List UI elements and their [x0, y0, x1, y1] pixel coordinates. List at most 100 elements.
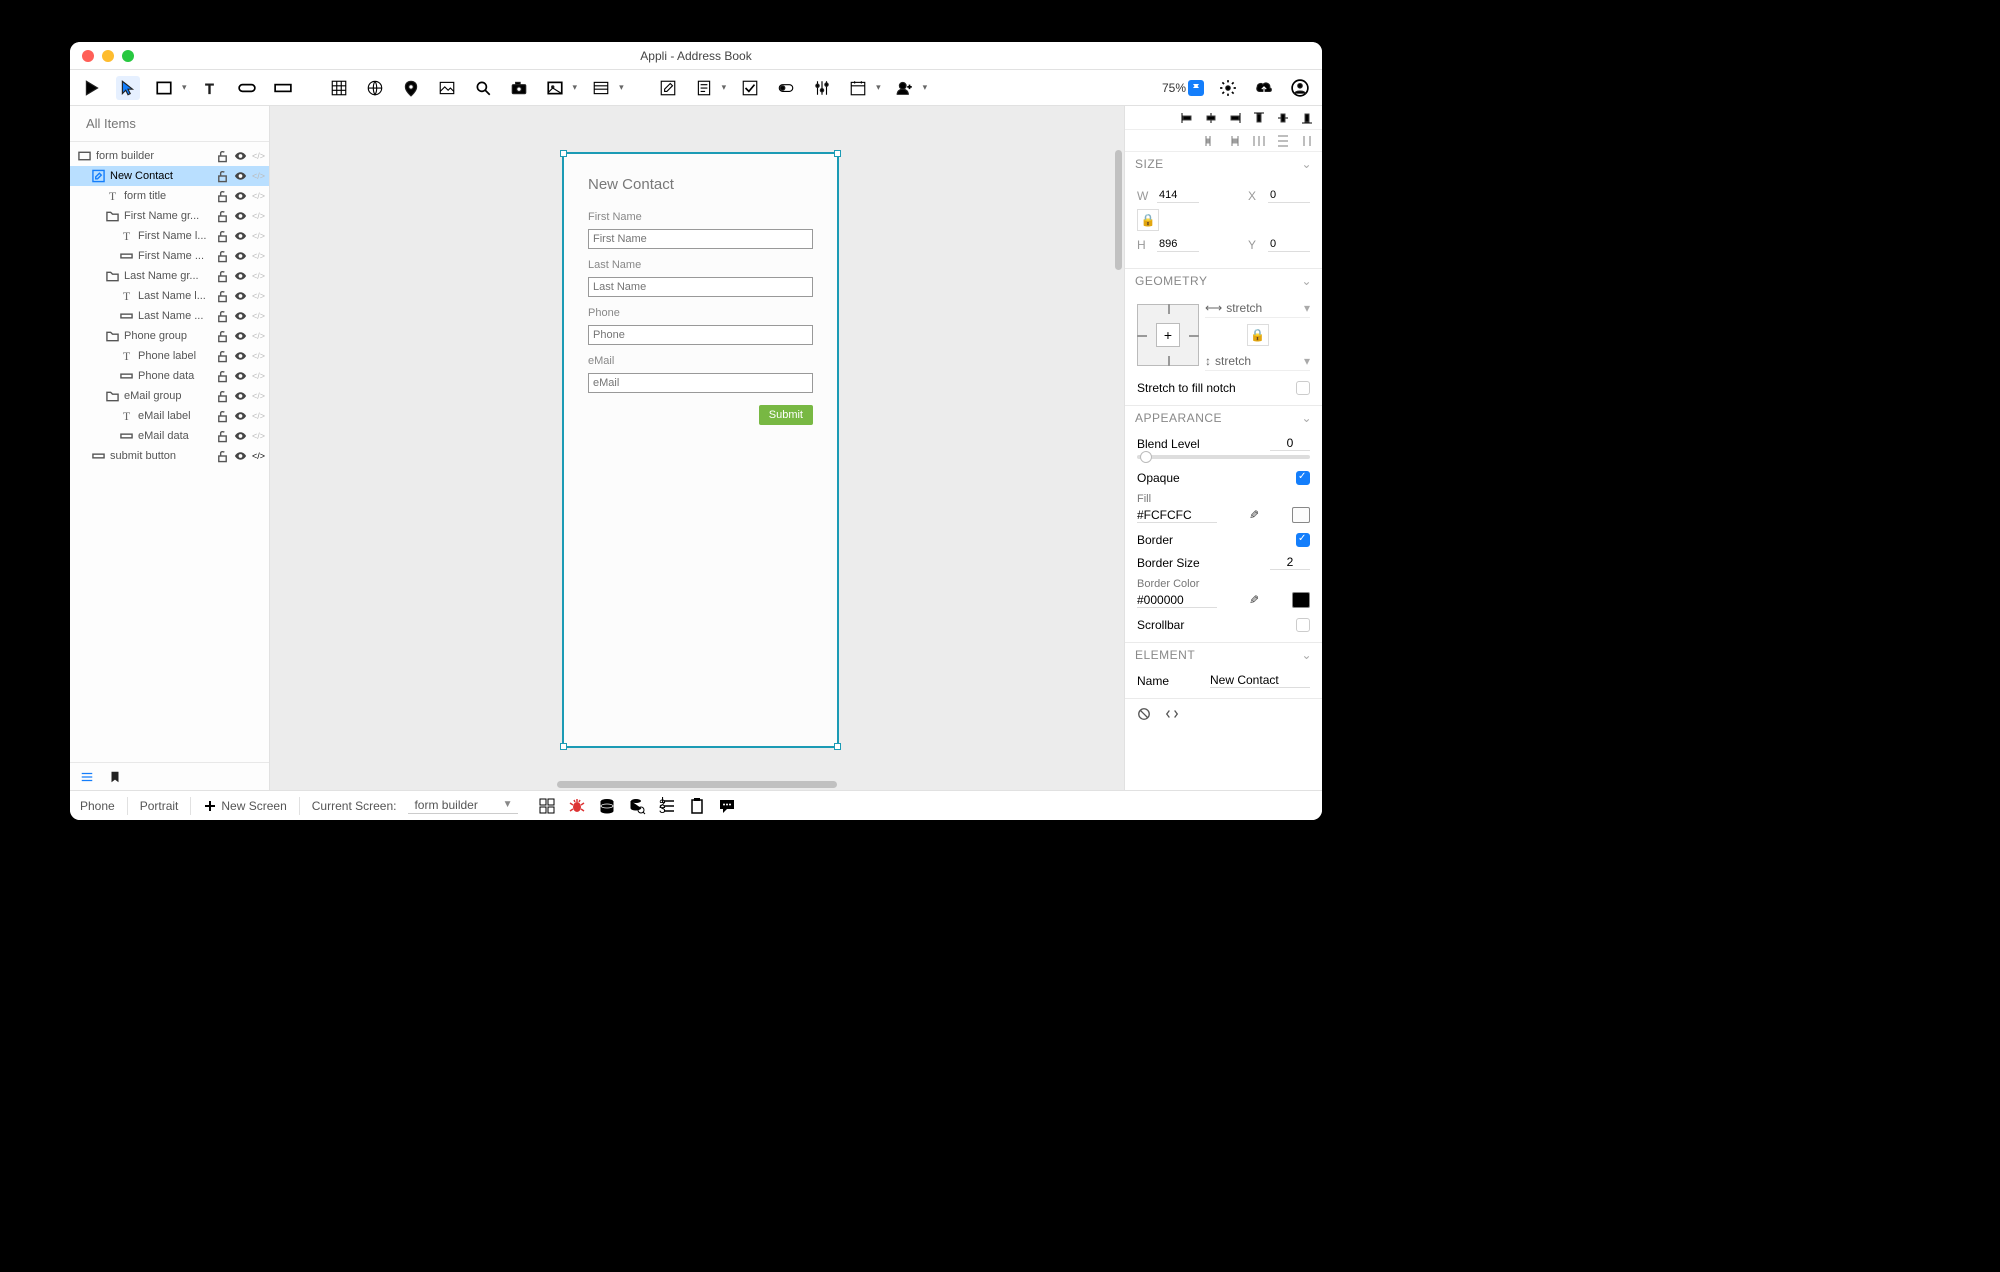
eye-icon[interactable] — [234, 450, 247, 463]
lock-stretch-icon[interactable]: 🔒 — [1247, 324, 1269, 346]
form-field-input[interactable] — [588, 229, 813, 249]
chevron-down-icon[interactable]: ⌄ — [1301, 157, 1312, 171]
color-picker-icon[interactable] — [1249, 508, 1259, 522]
layer-row[interactable]: TFirst Name l...</> — [70, 226, 269, 246]
height-input[interactable] — [1157, 237, 1199, 252]
selected-frame[interactable]: New Contact First NameLast NamePhoneeMai… — [562, 152, 839, 748]
border-swatch[interactable] — [1292, 592, 1310, 608]
image-icon[interactable] — [543, 76, 567, 100]
notch-checkbox[interactable] — [1296, 381, 1310, 395]
eye-icon[interactable] — [234, 330, 247, 343]
dist-hcenter-icon[interactable] — [1228, 134, 1242, 148]
border-size-input[interactable] — [1270, 555, 1310, 570]
scrollbar-checkbox[interactable] — [1296, 618, 1310, 632]
form-field-input[interactable] — [588, 325, 813, 345]
color-picker-icon[interactable] — [1249, 593, 1259, 607]
code-icon[interactable]: </> — [252, 330, 265, 343]
canvas[interactable]: New Contact First NameLast NamePhoneeMai… — [270, 106, 1124, 790]
align-right-icon[interactable] — [1228, 111, 1242, 125]
layer-row[interactable]: TPhone label</> — [70, 346, 269, 366]
unlock-icon[interactable] — [216, 290, 229, 303]
border-color-input[interactable] — [1137, 593, 1217, 608]
rect-icon[interactable] — [152, 76, 176, 100]
resize-handle-br-icon[interactable] — [834, 743, 841, 750]
device-select[interactable]: Phone — [80, 799, 115, 813]
gear-icon[interactable] — [1216, 76, 1240, 100]
eye-icon[interactable] — [234, 250, 247, 263]
border-checkbox[interactable] — [1296, 533, 1310, 547]
eye-icon[interactable] — [234, 410, 247, 423]
eye-icon[interactable] — [234, 190, 247, 203]
opaque-checkbox[interactable] — [1296, 471, 1310, 485]
blend-input[interactable] — [1270, 436, 1310, 451]
bookmark-icon[interactable] — [108, 770, 122, 784]
layer-row[interactable]: New Contact</> — [70, 166, 269, 186]
pointer-icon[interactable] — [116, 76, 140, 100]
layer-row[interactable]: Last Name ...</> — [70, 306, 269, 326]
clipboard-icon[interactable] — [688, 797, 706, 815]
form-icon[interactable] — [692, 76, 716, 100]
maximize-icon[interactable] — [122, 50, 134, 62]
play-icon[interactable] — [80, 76, 104, 100]
eye-icon[interactable] — [234, 150, 247, 163]
chat-icon[interactable] — [718, 797, 736, 815]
align-vcenter-icon[interactable] — [1276, 111, 1290, 125]
camera-icon[interactable] — [507, 76, 531, 100]
x-input[interactable] — [1268, 188, 1310, 203]
eye-icon[interactable] — [234, 390, 247, 403]
layer-row[interactable]: Phone data</> — [70, 366, 269, 386]
edit-square-icon[interactable] — [656, 76, 680, 100]
search-icon[interactable] — [471, 76, 495, 100]
code-icon[interactable]: </> — [252, 450, 265, 463]
form-field-input[interactable] — [588, 373, 813, 393]
code-icon[interactable]: </> — [252, 410, 265, 423]
code-icon[interactable]: </> — [252, 310, 265, 323]
layer-row[interactable]: eMail group</> — [70, 386, 269, 406]
vertical-scrollbar[interactable] — [1115, 150, 1122, 270]
bug-icon[interactable] — [568, 797, 586, 815]
layer-row[interactable]: Phone group</> — [70, 326, 269, 346]
user-add-icon[interactable] — [893, 76, 917, 100]
anchor-grid[interactable]: + — [1137, 304, 1199, 366]
current-screen-select[interactable]: form builder▼ — [408, 798, 518, 814]
cloud-upload-icon[interactable] — [1252, 76, 1276, 100]
input-icon[interactable] — [271, 76, 295, 100]
lock-aspect-icon[interactable]: 🔒 — [1137, 209, 1159, 231]
text-icon[interactable]: T — [199, 76, 223, 100]
unlock-icon[interactable] — [216, 330, 229, 343]
dist-left-icon[interactable] — [1204, 134, 1218, 148]
unlock-icon[interactable] — [216, 250, 229, 263]
chevron-down-icon[interactable]: ⌄ — [1301, 274, 1312, 288]
list-icon[interactable] — [589, 76, 613, 100]
unlock-icon[interactable] — [216, 210, 229, 223]
unlock-icon[interactable] — [216, 150, 229, 163]
code-icon[interactable]: </> — [252, 230, 265, 243]
resize-handle-bl-icon[interactable] — [560, 743, 567, 750]
chevron-down-icon[interactable]: ⌄ — [1301, 411, 1312, 425]
horizontal-scrollbar[interactable] — [557, 781, 837, 788]
fill-swatch[interactable] — [1292, 507, 1310, 523]
list-view-icon[interactable] — [80, 770, 94, 784]
layer-row[interactable]: eMail data</> — [70, 426, 269, 446]
element-name-input[interactable] — [1210, 673, 1310, 688]
code-icon[interactable]: </> — [252, 430, 265, 443]
new-screen-button[interactable]: New Screen — [203, 799, 286, 813]
eye-icon[interactable] — [234, 230, 247, 243]
numbered-list-icon[interactable]: 123 — [658, 797, 676, 815]
calendar-icon[interactable] — [846, 76, 870, 100]
globe-icon[interactable] — [363, 76, 387, 100]
eye-icon[interactable] — [234, 170, 247, 183]
align-bottom-icon[interactable] — [1300, 111, 1314, 125]
eye-icon[interactable] — [234, 290, 247, 303]
code-icon[interactable]: </> — [252, 270, 265, 283]
eye-icon[interactable] — [234, 430, 247, 443]
dashboard-icon[interactable] — [538, 797, 556, 815]
dist-v-icon[interactable] — [1300, 134, 1314, 148]
eye-icon[interactable] — [234, 310, 247, 323]
align-hcenter-icon[interactable] — [1204, 111, 1218, 125]
layer-row[interactable]: submit button</> — [70, 446, 269, 466]
code-icon[interactable]: </> — [252, 370, 265, 383]
unlock-icon[interactable] — [216, 230, 229, 243]
checkbox-icon[interactable] — [738, 76, 762, 100]
map-pin-icon[interactable] — [399, 76, 423, 100]
